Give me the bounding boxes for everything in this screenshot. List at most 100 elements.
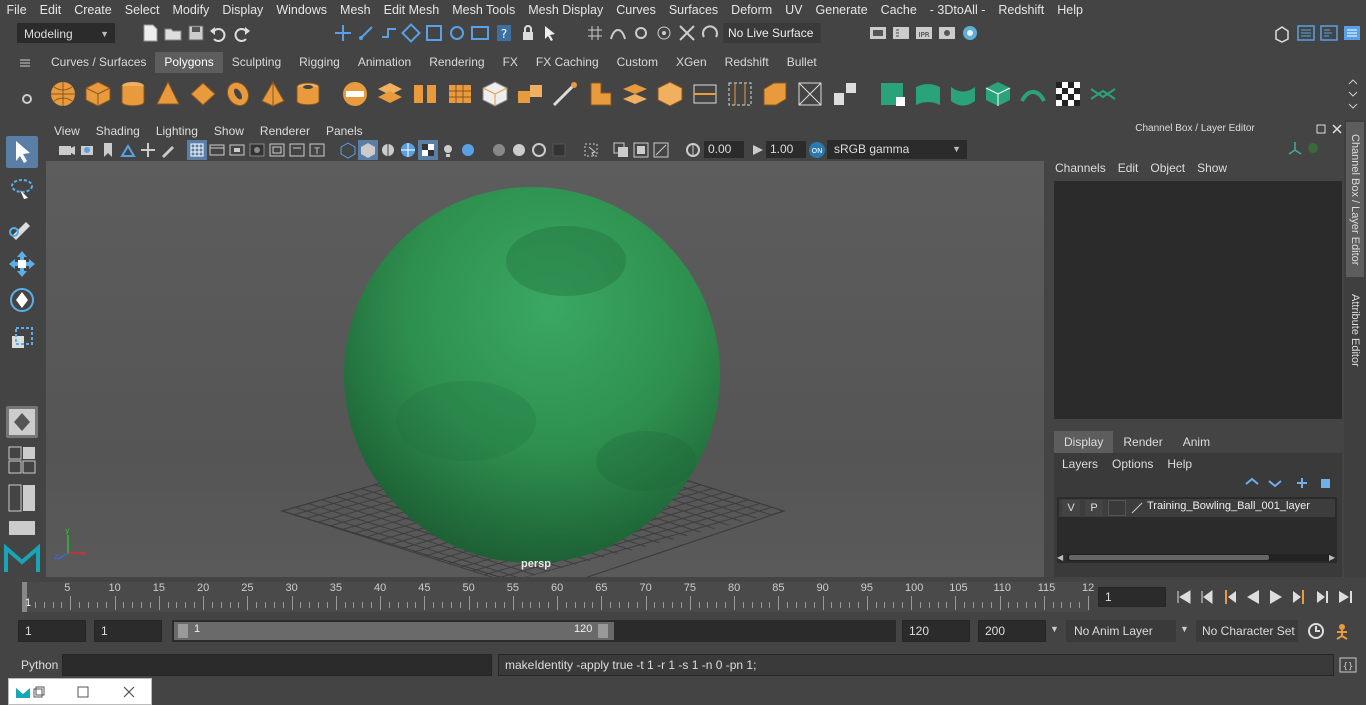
menu-file[interactable]: File bbox=[0, 3, 33, 17]
render-settings-icon[interactable] bbox=[937, 23, 957, 43]
separate-icon[interactable] bbox=[375, 79, 405, 109]
workspace-dropdown[interactable]: Modeling ▼ bbox=[17, 23, 115, 43]
command-input[interactable] bbox=[62, 654, 492, 676]
menu-uv[interactable]: UV bbox=[779, 3, 809, 17]
exposure-icon[interactable] bbox=[683, 140, 703, 160]
redo-icon[interactable] bbox=[232, 23, 252, 43]
menu-modify[interactable]: Modify bbox=[166, 3, 216, 17]
new-layer-from-selection-icon[interactable] bbox=[1318, 476, 1334, 490]
target-weld-icon[interactable] bbox=[795, 79, 825, 109]
range-slider-handle[interactable]: 1 120 bbox=[174, 622, 614, 640]
perspective-viewport[interactable]: x y z persp bbox=[46, 161, 1044, 577]
mirror-icon[interactable] bbox=[445, 79, 475, 109]
menu-generate[interactable]: Generate bbox=[809, 3, 874, 17]
character-set-dropdown[interactable]: No Character Set bbox=[1196, 620, 1298, 642]
poly-pyramid-icon[interactable] bbox=[258, 79, 288, 109]
shelf-tab-custom[interactable]: Custom bbox=[608, 52, 667, 73]
range-start-handle[interactable] bbox=[178, 624, 188, 638]
menu-surfaces[interactable]: Surfaces bbox=[662, 3, 724, 17]
poly-pipe-icon[interactable] bbox=[293, 79, 323, 109]
toggle-attribute-editor-icon[interactable] bbox=[1296, 23, 1316, 43]
step-back-frame-icon[interactable] bbox=[1220, 587, 1240, 607]
textured-icon[interactable] bbox=[418, 140, 438, 160]
layer-list-scrollbar[interactable] bbox=[1067, 554, 1331, 561]
use-all-lights-icon[interactable] bbox=[438, 140, 458, 160]
grease-pencil-icon[interactable] bbox=[158, 140, 178, 160]
viewport-menu-panels[interactable]: Panels bbox=[318, 124, 371, 138]
select-camera-icon[interactable] bbox=[56, 140, 76, 160]
safe-action-icon[interactable] bbox=[287, 140, 307, 160]
viewport-menu-renderer[interactable]: Renderer bbox=[252, 124, 318, 138]
poly-cone-icon[interactable] bbox=[153, 79, 183, 109]
menu-display[interactable]: Display bbox=[216, 3, 270, 17]
2d-pan-zoom-icon[interactable] bbox=[138, 140, 158, 160]
ambient-occlusion-icon[interactable] bbox=[489, 140, 509, 160]
viewport-menu-shading[interactable]: Shading bbox=[88, 124, 148, 138]
view-transform-dropdown[interactable]: sRGB gamma ▼ bbox=[827, 140, 967, 159]
render-view-icon[interactable] bbox=[868, 23, 888, 43]
gamma-field[interactable]: 1.00 bbox=[766, 141, 806, 158]
grid-toggle-icon[interactable] bbox=[187, 140, 207, 160]
menu-redshift[interactable]: Redshift bbox=[992, 3, 1051, 17]
menu-edit-mesh[interactable]: Edit Mesh bbox=[377, 3, 446, 17]
image-plane-icon[interactable] bbox=[118, 140, 138, 160]
uv-checker-icon[interactable] bbox=[1053, 79, 1083, 109]
snap-surface-icon[interactable] bbox=[654, 23, 674, 43]
xray-joints-icon[interactable] bbox=[651, 140, 671, 160]
time-slider-track[interactable]: 1 5 10 15 20 25 30 35 40 45 50 55 60 65 70 75 80 85 90 95 1… bbox=[22, 582, 1094, 612]
channel-box-axis-icon[interactable] bbox=[1287, 140, 1303, 156]
film-gate-icon[interactable] bbox=[207, 140, 227, 160]
shelf-tab-animation[interactable]: Animation bbox=[349, 52, 420, 73]
layer-display-type-toggle[interactable] bbox=[1108, 500, 1126, 516]
layer-playback-toggle[interactable]: P bbox=[1085, 500, 1103, 516]
tab-channel-box[interactable]: Channel Box / Layer Editor bbox=[1346, 122, 1364, 277]
save-scene-icon[interactable] bbox=[186, 23, 206, 43]
extrude-icon[interactable] bbox=[515, 79, 545, 109]
layer-menu-options[interactable]: Options bbox=[1112, 455, 1153, 473]
animation-end-field[interactable]: 200 bbox=[978, 620, 1046, 642]
channelbox-menu-channels[interactable]: Channels bbox=[1055, 161, 1114, 179]
close-icon[interactable] bbox=[1331, 123, 1343, 135]
channelbox-menu-object[interactable]: Object bbox=[1150, 161, 1193, 179]
poly-torus-icon[interactable] bbox=[223, 79, 253, 109]
append-polygon-icon[interactable] bbox=[760, 79, 790, 109]
make-live-icon[interactable] bbox=[700, 23, 720, 43]
bookmark-icon[interactable] bbox=[98, 140, 118, 160]
merge-icon[interactable] bbox=[830, 79, 860, 109]
show-manipulator-icon[interactable] bbox=[6, 406, 38, 438]
scroll-right-icon[interactable]: ▶ bbox=[1329, 553, 1335, 562]
select-by-object-icon[interactable] bbox=[356, 23, 376, 43]
shelf-options-gear-icon[interactable] bbox=[20, 92, 34, 106]
play-forwards-icon[interactable] bbox=[1266, 587, 1286, 607]
restore-window-icon[interactable] bbox=[33, 686, 45, 698]
snap-point-icon[interactable] bbox=[631, 23, 651, 43]
anim-layer-chevron-down-icon[interactable]: ▼ bbox=[1050, 624, 1059, 634]
shelf-menu-icon[interactable] bbox=[18, 56, 32, 70]
layout-four-view-icon[interactable] bbox=[6, 444, 38, 476]
viewport-menu-lighting[interactable]: Lighting bbox=[148, 124, 206, 138]
bridge-icon[interactable] bbox=[620, 79, 650, 109]
menu-mesh[interactable]: Mesh bbox=[334, 3, 378, 17]
menu-edit[interactable]: Edit bbox=[33, 3, 68, 17]
layer-name[interactable]: Training_Bowling_Ball_001_layer bbox=[1147, 500, 1310, 512]
offset-edge-loop-icon[interactable] bbox=[725, 79, 755, 109]
workspace-modeling-icon[interactable] bbox=[1272, 23, 1292, 43]
snap-grid-icon[interactable] bbox=[585, 23, 605, 43]
insert-edge-loop-icon[interactable] bbox=[690, 79, 720, 109]
toggle-channel-box-icon[interactable] bbox=[1342, 23, 1362, 43]
step-back-key-icon[interactable] bbox=[1197, 587, 1217, 607]
lock-icon[interactable] bbox=[518, 23, 538, 43]
uv-spherical-icon[interactable] bbox=[948, 79, 978, 109]
exposure-field[interactable]: 0.00 bbox=[704, 141, 744, 158]
script-editor-icon[interactable]: {} bbox=[1338, 655, 1358, 675]
select-by-component-icon[interactable] bbox=[379, 23, 399, 43]
lasso-tool-icon[interactable] bbox=[6, 174, 38, 206]
layer-tab-render[interactable]: Render bbox=[1113, 431, 1172, 453]
go-to-start-icon[interactable] bbox=[1174, 587, 1194, 607]
hypershade-icon[interactable] bbox=[960, 23, 980, 43]
xray-active-components-icon[interactable] bbox=[631, 140, 651, 160]
channelbox-menu-show[interactable]: Show bbox=[1197, 161, 1235, 179]
snap-to-point-icon[interactable] bbox=[447, 23, 467, 43]
go-to-end-icon[interactable] bbox=[1335, 587, 1355, 607]
xray-icon[interactable] bbox=[611, 140, 631, 160]
